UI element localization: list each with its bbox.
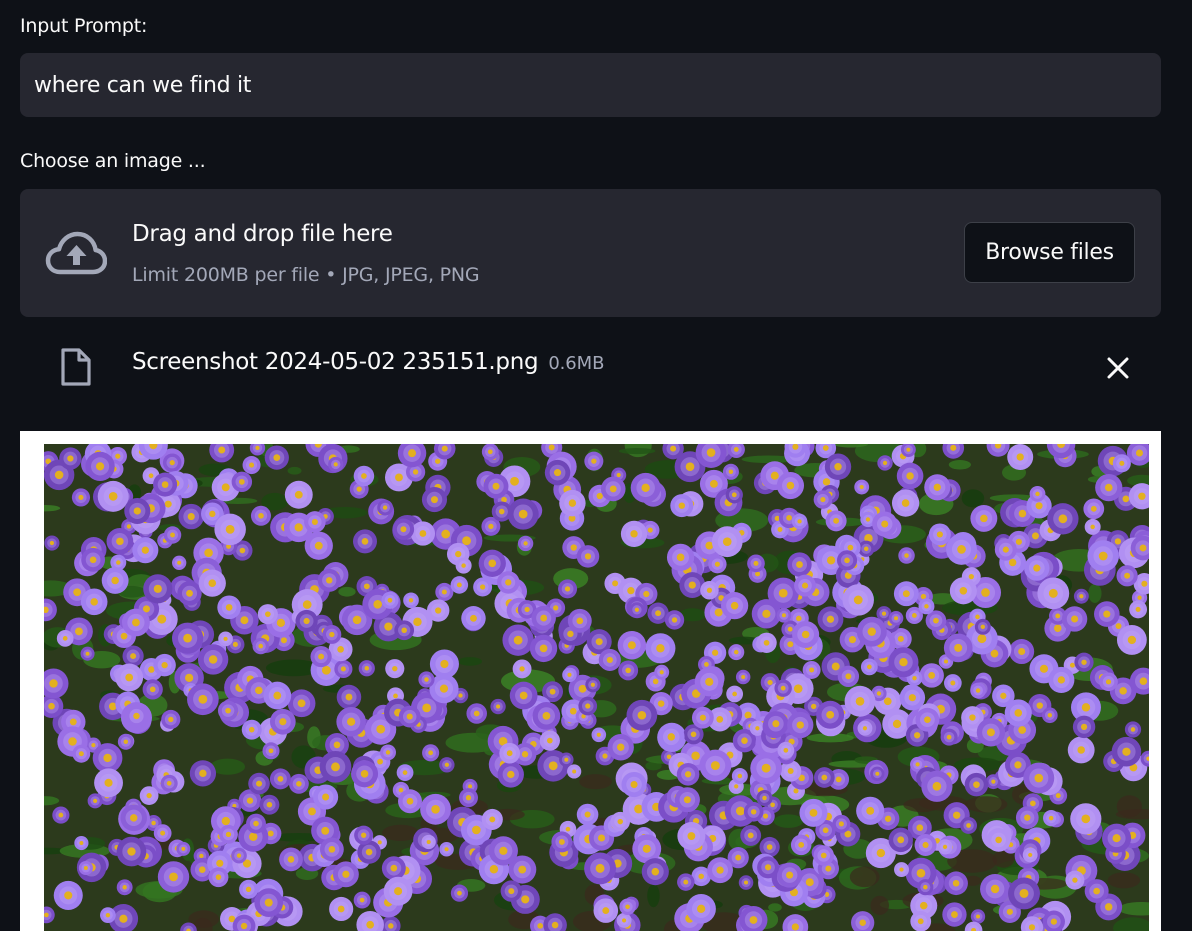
file-size: 0.6MB: [548, 353, 605, 374]
prompt-label: Input Prompt:: [20, 15, 148, 37]
close-icon[interactable]: [1105, 355, 1131, 381]
prompt-input[interactable]: [34, 72, 1147, 98]
app-page: Input Prompt: Choose an image ... Drag a…: [0, 0, 1192, 931]
uploaded-file-row: Screenshot 2024-05-02 235151.png 0.6MB: [20, 335, 1161, 397]
cloud-upload-icon: [45, 231, 107, 275]
file-icon: [61, 348, 91, 386]
prompt-field[interactable]: [20, 53, 1161, 117]
file-name-text: Screenshot 2024-05-02 235151.png: [132, 349, 539, 375]
file-dropzone[interactable]: Drag and drop file here Limit 200MB per …: [20, 189, 1161, 317]
image-preview-frame: [20, 431, 1161, 931]
dropzone-limits: Limit 200MB per file • JPG, JPEG, PNG: [132, 264, 480, 286]
uploaded-file-name: Screenshot 2024-05-02 235151.png 0.6MB: [132, 349, 604, 375]
browse-files-button[interactable]: Browse files: [964, 222, 1135, 283]
image-uploader-label: Choose an image ...: [20, 150, 206, 172]
uploaded-image-preview: [44, 444, 1149, 931]
dropzone-title: Drag and drop file here: [132, 221, 393, 247]
